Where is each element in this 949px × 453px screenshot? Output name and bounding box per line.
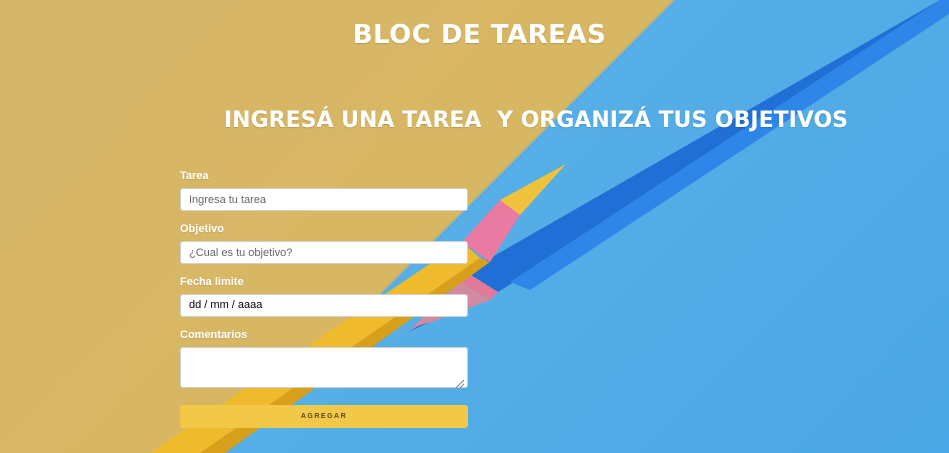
comments-label: Comentarios (180, 329, 248, 341)
resize-grip-icon[interactable] (456, 380, 464, 388)
deadline-date-input[interactable]: dd / mm / aaaa (180, 294, 468, 317)
pencils-illustration (150, 0, 949, 453)
comments-textarea[interactable] (180, 347, 468, 388)
task-input[interactable] (180, 188, 468, 211)
subtitle-left: INGRESÁ UNA TAREA (224, 108, 482, 133)
add-button[interactable]: AGREGAR (180, 405, 468, 428)
deadline-label: Fecha limite (180, 276, 244, 288)
yellow-pencil-tip (500, 164, 566, 215)
page-title: BLOC DE TAREAS (352, 20, 607, 50)
task-form: Tarea Objetivo Fecha limite dd / mm / aa… (180, 170, 468, 428)
objective-label: Objetivo (180, 223, 225, 235)
task-label: Tarea (180, 170, 209, 182)
objective-input[interactable] (180, 241, 468, 264)
subtitle-right: Y ORGANIZÁ TUS OBJETIVOS (497, 108, 848, 133)
